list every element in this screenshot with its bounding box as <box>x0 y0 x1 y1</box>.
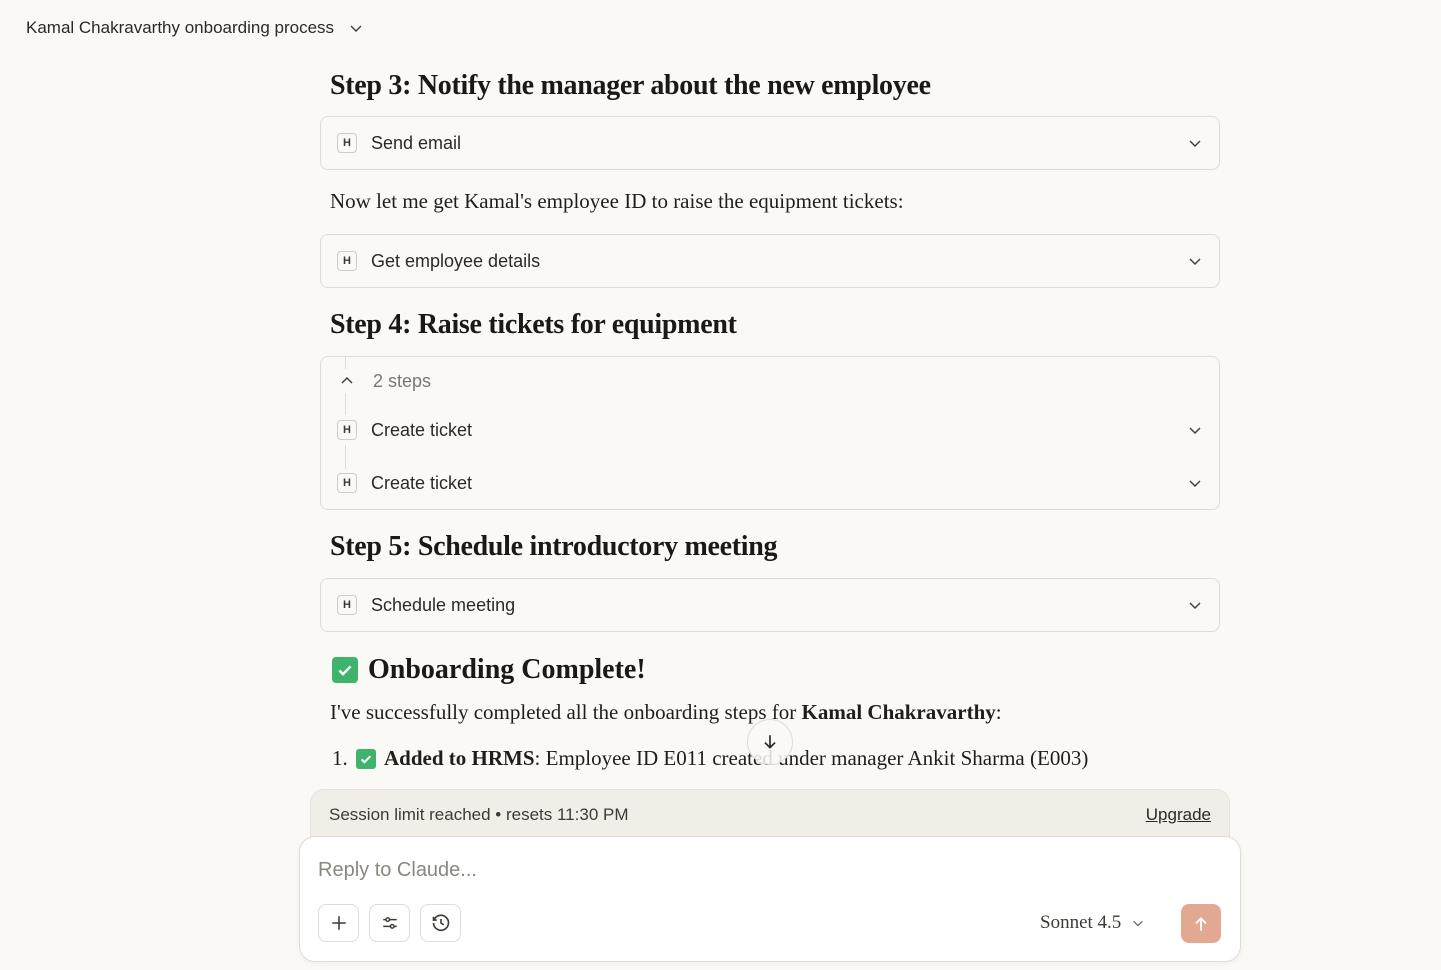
step3-heading: Step 3: Notify the manager about the new… <box>330 70 931 101</box>
tool-badge-icon: H <box>337 133 357 153</box>
conversation-title: Kamal Chakravarthy onboarding process <box>26 18 335 37</box>
send-button[interactable] <box>1181 904 1221 943</box>
arrow-down-icon <box>764 735 776 749</box>
clock-icon <box>432 914 449 932</box>
chevron-down-icon <box>1189 480 1201 487</box>
list-number: 1. <box>332 746 348 770</box>
completion-title: Onboarding Complete! <box>368 654 646 685</box>
step5-heading: Step 5: Schedule introductory meeting <box>330 531 778 562</box>
list-item-title: Added to HRMS <box>384 746 535 770</box>
scroll-to-bottom-button[interactable] <box>747 719 793 765</box>
chevron-down-icon <box>1189 602 1201 609</box>
chevron-down-icon <box>1189 258 1201 265</box>
timeline-line <box>345 445 346 469</box>
tool-label: Create ticket <box>371 419 473 440</box>
history-button[interactable] <box>420 904 461 942</box>
chevron-down-icon <box>1189 427 1201 434</box>
steps-count: 2 steps <box>373 370 432 391</box>
completion-heading: Onboarding Complete! <box>332 654 646 686</box>
tool-call-send-email[interactable]: H Send email <box>320 116 1220 170</box>
check-box-icon <box>332 657 358 683</box>
tool-call-create-ticket[interactable]: H Create ticket <box>337 468 1203 498</box>
tool-badge-icon: H <box>337 251 357 271</box>
chevron-down-icon <box>1189 140 1201 147</box>
session-limit-text: Session limit reached • resets 11:30 PM <box>329 805 629 824</box>
add-button[interactable] <box>318 904 359 942</box>
chevron-down-icon <box>1133 920 1144 927</box>
sliders-icon <box>382 917 397 929</box>
intro-suffix: : <box>995 700 1002 724</box>
step4-tool-group: 2 steps H Create ticket H Create ticket <box>320 356 1220 510</box>
model-label: Sonnet 4.5 <box>1040 912 1122 933</box>
arrow-up-icon <box>1195 916 1207 931</box>
employee-name: Kamal Chakravarthy <box>801 700 996 724</box>
chevron-up-icon <box>341 377 353 384</box>
tool-call-schedule-meeting[interactable]: H Schedule meeting <box>320 578 1220 632</box>
steps-toggle[interactable]: 2 steps <box>337 366 1203 396</box>
interlude-text: Now let me get Kamal's employee ID to ra… <box>330 189 904 213</box>
reply-input[interactable] <box>318 855 1198 885</box>
step4-heading: Step 4: Raise tickets for equipment <box>330 309 737 340</box>
model-selector[interactable]: Sonnet 4.5 <box>1040 909 1145 937</box>
intro-prefix: I've successfully completed all the onbo… <box>330 700 802 724</box>
tool-label: Schedule meeting <box>371 594 516 615</box>
tool-badge-icon: H <box>337 473 357 493</box>
tool-label: Send email <box>371 132 462 153</box>
tool-badge-icon: H <box>337 595 357 615</box>
tools-button[interactable] <box>369 904 410 942</box>
chevron-down-icon <box>350 25 362 32</box>
check-box-icon <box>356 748 376 769</box>
upgrade-link[interactable]: Upgrade <box>1146 805 1211 825</box>
tool-label: Create ticket <box>371 472 473 493</box>
tool-badge-icon: H <box>337 420 357 440</box>
timeline-line <box>345 393 346 415</box>
tool-call-get-employee-details[interactable]: H Get employee details <box>320 234 1220 288</box>
list-item-text: : Employee ID E011 created under manager… <box>534 746 1089 770</box>
conversation-title-menu[interactable]: Kamal Chakravarthy onboarding process <box>26 14 364 42</box>
tool-call-create-ticket[interactable]: H Create ticket <box>337 415 1203 445</box>
message-composer: Sonnet 4.5 <box>299 836 1241 962</box>
list-item: 1. Added to HRMS : Employee ID E011 crea… <box>332 746 1088 771</box>
completion-intro: I've successfully completed all the onbo… <box>330 700 1002 725</box>
plus-icon <box>331 916 346 930</box>
tool-label: Get employee details <box>371 250 541 271</box>
